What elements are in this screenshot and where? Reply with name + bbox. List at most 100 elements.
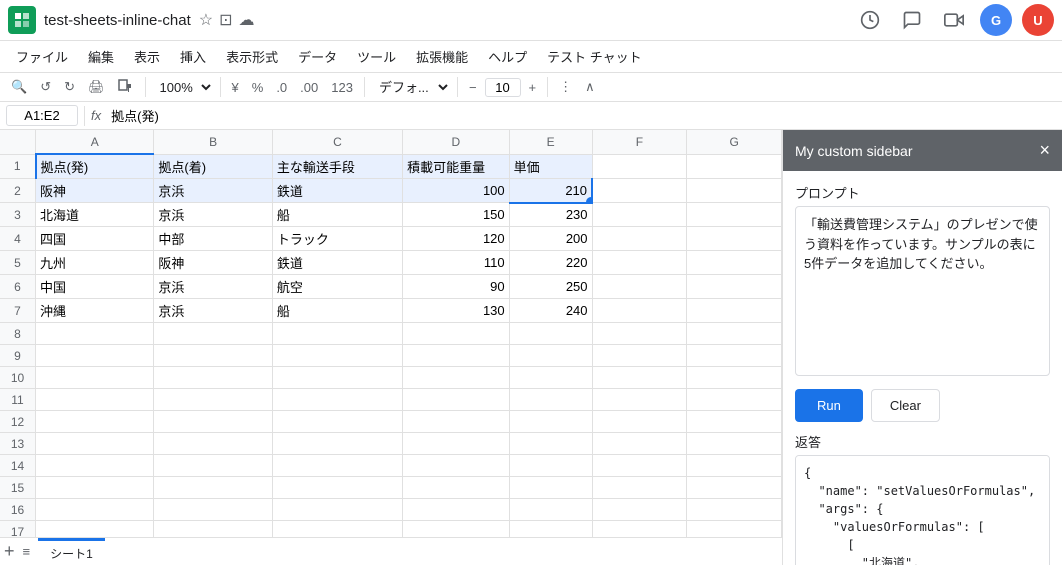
col-header-a[interactable]: A <box>36 130 154 154</box>
decimal-decrease-button[interactable]: .0 <box>271 77 292 98</box>
cell-6-D[interactable]: 90 <box>403 275 510 299</box>
cell-2-C[interactable]: 鉄道 <box>272 179 402 203</box>
cell-8-C[interactable] <box>272 323 402 345</box>
cell-15-G[interactable] <box>687 477 782 499</box>
cell-1-D[interactable]: 積載可能重量 <box>403 154 510 179</box>
cell-9-F[interactable] <box>592 345 687 367</box>
sheet-tab-1[interactable]: シート1 <box>38 538 105 565</box>
cell-8-B[interactable] <box>154 323 272 345</box>
cell-17-A[interactable] <box>36 521 154 538</box>
cell-5-E[interactable]: 220 <box>509 251 592 275</box>
cell-2-A[interactable]: 阪神 <box>36 179 154 203</box>
cell-3-G[interactable] <box>687 203 782 227</box>
cell-3-A[interactable]: 北海道 <box>36 203 154 227</box>
cell-3-B[interactable]: 京浜 <box>154 203 272 227</box>
font-size-input[interactable] <box>485 78 521 97</box>
cell-9-C[interactable] <box>272 345 402 367</box>
history-icon[interactable] <box>854 4 886 36</box>
star-icon[interactable]: ☆ <box>199 10 213 30</box>
cell-11-D[interactable] <box>403 389 510 411</box>
cell-9-E[interactable] <box>509 345 592 367</box>
cell-13-D[interactable] <box>403 433 510 455</box>
percent-button[interactable]: % <box>247 77 269 98</box>
cell-15-F[interactable] <box>592 477 687 499</box>
cell-14-G[interactable] <box>687 455 782 477</box>
add-sheet-button[interactable]: + <box>4 541 15 562</box>
col-header-g[interactable]: G <box>687 130 782 154</box>
menu-edit[interactable]: 編集 <box>80 43 122 70</box>
video-icon[interactable] <box>938 4 970 36</box>
cloud-icon[interactable]: ☁ <box>238 10 254 30</box>
menu-view[interactable]: 表示 <box>126 43 168 70</box>
cell-1-A[interactable]: 拠点(発) <box>36 154 154 179</box>
cell-15-E[interactable] <box>509 477 592 499</box>
cell-2-B[interactable]: 京浜 <box>154 179 272 203</box>
cell-2-D[interactable]: 100 <box>403 179 510 203</box>
cell-16-A[interactable] <box>36 499 154 521</box>
cell-16-C[interactable] <box>272 499 402 521</box>
cell-11-C[interactable] <box>272 389 402 411</box>
cell-16-F[interactable] <box>592 499 687 521</box>
undo-button[interactable]: ↺ <box>35 76 56 98</box>
cell-15-C[interactable] <box>272 477 402 499</box>
zoom-select[interactable]: 100% 75% 50% 125% <box>152 77 214 98</box>
cell-9-G[interactable] <box>687 345 782 367</box>
cell-11-B[interactable] <box>154 389 272 411</box>
cell-17-F[interactable] <box>592 521 687 538</box>
cell-16-G[interactable] <box>687 499 782 521</box>
cell-17-B[interactable] <box>154 521 272 538</box>
cell-16-B[interactable] <box>154 499 272 521</box>
cell-12-D[interactable] <box>403 411 510 433</box>
cell-6-B[interactable]: 京浜 <box>154 275 272 299</box>
cell-8-A[interactable] <box>36 323 154 345</box>
cell-13-F[interactable] <box>592 433 687 455</box>
run-button[interactable]: Run <box>795 389 863 422</box>
cell-8-F[interactable] <box>592 323 687 345</box>
cell-5-G[interactable] <box>687 251 782 275</box>
cell-8-E[interactable] <box>509 323 592 345</box>
cell-4-C[interactable]: トラック <box>272 227 402 251</box>
cell-9-D[interactable] <box>403 345 510 367</box>
cell-12-F[interactable] <box>592 411 687 433</box>
cell-10-B[interactable] <box>154 367 272 389</box>
format123-button[interactable]: 123 <box>326 77 358 98</box>
col-header-b[interactable]: B <box>154 130 272 154</box>
cell-5-F[interactable] <box>592 251 687 275</box>
cell-14-B[interactable] <box>154 455 272 477</box>
cell-12-G[interactable] <box>687 411 782 433</box>
cell-13-A[interactable] <box>36 433 154 455</box>
cell-6-F[interactable] <box>592 275 687 299</box>
cell-16-D[interactable] <box>403 499 510 521</box>
col-header-e[interactable]: E <box>509 130 592 154</box>
cell-7-B[interactable]: 京浜 <box>154 299 272 323</box>
avatar-user2[interactable]: U <box>1022 4 1054 36</box>
cell-2-G[interactable] <box>687 179 782 203</box>
paint-format-button[interactable] <box>113 76 139 98</box>
folder-icon[interactable]: ⊡ <box>219 10 232 30</box>
menu-help[interactable]: ヘルプ <box>480 43 535 70</box>
cell-12-A[interactable] <box>36 411 154 433</box>
clear-button[interactable]: Clear <box>871 389 940 422</box>
cell-7-A[interactable]: 沖縄 <box>36 299 154 323</box>
cell-11-A[interactable] <box>36 389 154 411</box>
cell-3-C[interactable]: 船 <box>272 203 402 227</box>
cell-10-G[interactable] <box>687 367 782 389</box>
all-sheets-button[interactable]: ≡ <box>19 544 35 559</box>
cell-1-G[interactable] <box>687 154 782 179</box>
font-family-select[interactable]: デフォ... <box>371 77 451 98</box>
formula-input[interactable] <box>107 106 1056 125</box>
cell-11-E[interactable] <box>509 389 592 411</box>
menu-insert[interactable]: 挿入 <box>172 43 214 70</box>
cell-7-C[interactable]: 船 <box>272 299 402 323</box>
cell-12-E[interactable] <box>509 411 592 433</box>
cell-14-C[interactable] <box>272 455 402 477</box>
cell-2-E[interactable]: 210 <box>509 179 592 203</box>
cell-9-B[interactable] <box>154 345 272 367</box>
cell-17-D[interactable] <box>403 521 510 538</box>
cell-6-C[interactable]: 航空 <box>272 275 402 299</box>
more-options-button[interactable]: ⋮ <box>554 76 577 98</box>
cell-4-B[interactable]: 中部 <box>154 227 272 251</box>
cell-15-A[interactable] <box>36 477 154 499</box>
menu-test-chat[interactable]: テスト チャット <box>539 43 649 70</box>
menu-data[interactable]: データ <box>290 43 345 70</box>
